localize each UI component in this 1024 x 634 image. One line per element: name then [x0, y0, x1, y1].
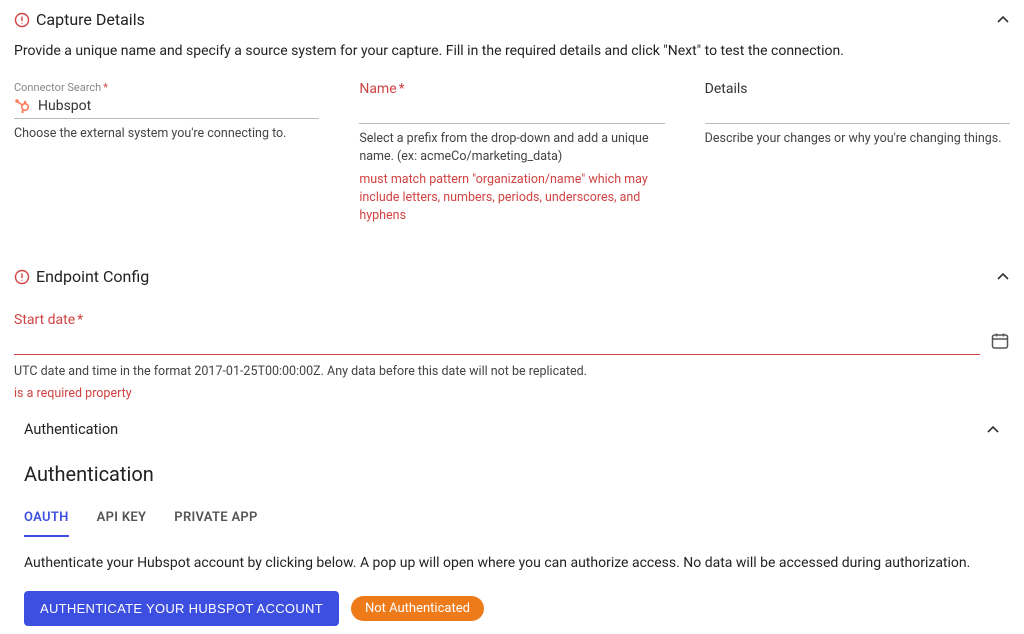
connector-value: Hubspot: [38, 98, 91, 114]
tab-private-app[interactable]: PRIVATE APP: [174, 504, 257, 537]
capture-details-title: Capture Details: [36, 10, 145, 29]
authenticate-button[interactable]: AUTHENTICATE YOUR HUBSPOT ACCOUNT: [24, 591, 339, 626]
tab-oauth[interactable]: OAUTH: [24, 504, 69, 537]
calendar-icon[interactable]: [990, 331, 1010, 351]
name-error: must match pattern "organization/name" w…: [359, 171, 664, 225]
endpoint-config-header[interactable]: Endpoint Config: [14, 265, 1010, 292]
chevron-up-icon[interactable]: [996, 13, 1010, 27]
start-date-hint: UTC date and time in the format 2017-01-…: [14, 363, 1010, 381]
start-date-input[interactable]: [14, 330, 980, 355]
authentication-subheader[interactable]: Authentication: [14, 403, 1010, 450]
authentication-subtitle: Authentication: [24, 421, 118, 438]
connector-search-field: Connector Search* Hubspot Choose the ext…: [14, 81, 319, 225]
details-input[interactable]: [705, 99, 1010, 124]
details-field: Details Describe your changes or why you…: [705, 81, 1010, 225]
alert-icon: [14, 269, 30, 285]
authentication-heading: Authentication: [24, 462, 1000, 486]
chevron-up-icon[interactable]: [996, 270, 1010, 284]
connector-label: Connector Search*: [14, 81, 319, 94]
details-hint: Describe your changes or why you're chan…: [705, 130, 1010, 148]
start-date-label: Start date*: [14, 312, 980, 328]
name-hint: Select a prefix from the drop-down and a…: [359, 130, 664, 165]
alert-icon: [14, 12, 30, 28]
start-date-field: Start date*: [14, 312, 980, 355]
tab-api-key[interactable]: API KEY: [97, 504, 147, 537]
capture-details-header[interactable]: Capture Details: [14, 8, 1010, 43]
name-label: Name*: [359, 81, 664, 97]
name-field: Name* Select a prefix from the drop-down…: [359, 81, 664, 225]
auth-status-badge: Not Authenticated: [351, 596, 484, 621]
auth-tabs: OAUTH API KEY PRIVATE APP: [24, 504, 1000, 537]
endpoint-config-title: Endpoint Config: [36, 267, 149, 286]
auth-description: Authenticate your Hubspot account by cli…: [24, 555, 1000, 571]
chevron-up-icon[interactable]: [986, 423, 1000, 437]
capture-details-description: Provide a unique name and specify a sour…: [14, 43, 1010, 59]
details-label: Details: [705, 81, 1010, 97]
name-input[interactable]: [359, 99, 664, 124]
connector-input[interactable]: Hubspot: [14, 96, 319, 119]
connector-hint: Choose the external system you're connec…: [14, 125, 319, 143]
start-date-error: is a required property: [14, 385, 1010, 403]
hubspot-icon: [14, 98, 30, 114]
